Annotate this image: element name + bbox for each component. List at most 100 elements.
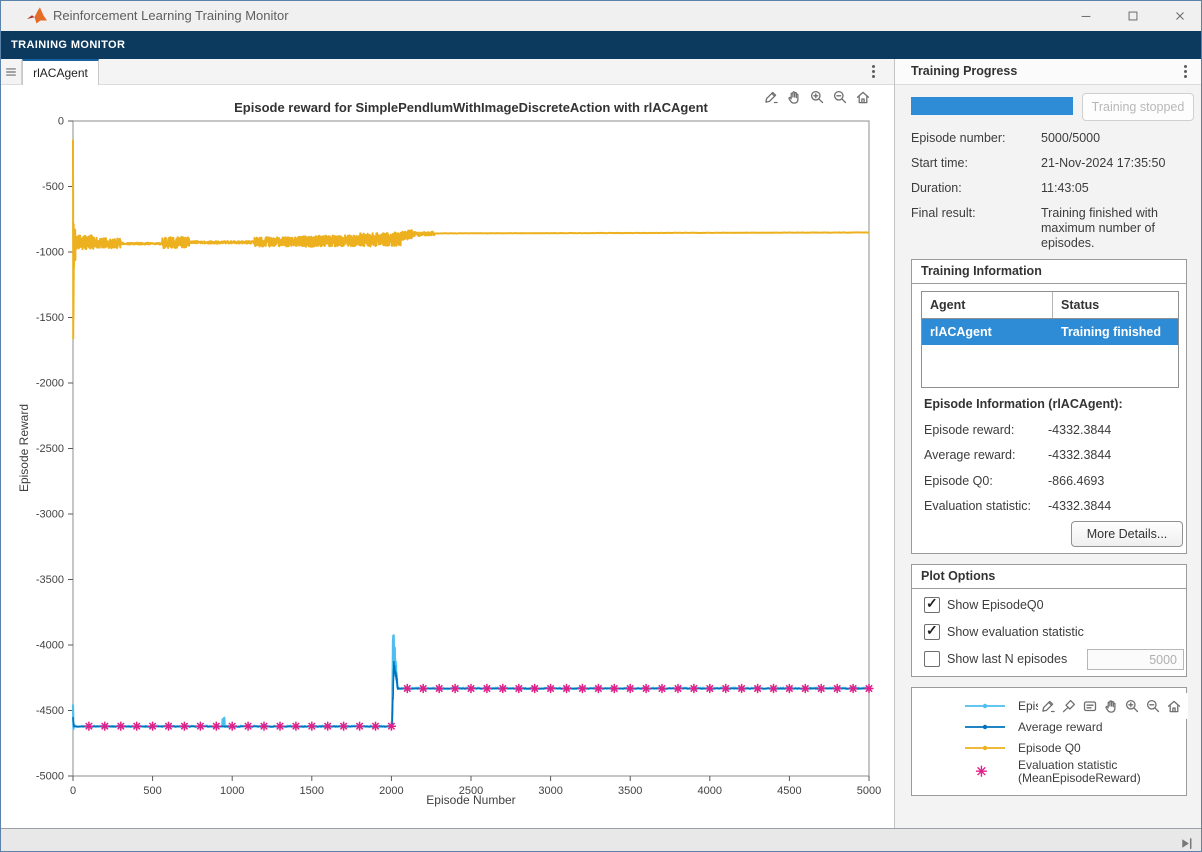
row-label: Duration: <box>911 181 962 195</box>
legend-sample <box>956 740 1012 756</box>
svg-text:3500: 3500 <box>618 785 642 797</box>
legend-label: Average reward <box>1018 721 1178 734</box>
home-icon[interactable] <box>853 87 873 107</box>
document-actions-menu[interactable] <box>872 65 875 78</box>
pan-icon[interactable] <box>1101 696 1121 716</box>
training-progress-panel: Training stopped Episode number: 5000/50… <box>895 85 1202 828</box>
svg-text:-3500: -3500 <box>36 574 64 586</box>
training-progress-header: Training Progress <box>895 59 1202 85</box>
title-bar: Reinforcement Learning Training Monitor <box>1 1 1202 31</box>
svg-text:2000: 2000 <box>379 785 403 797</box>
datatips-icon[interactable] <box>1080 696 1100 716</box>
home-icon[interactable] <box>1164 696 1184 716</box>
collapse-panel-icon[interactable] <box>1176 833 1196 852</box>
matlab-logo-icon <box>27 7 47 24</box>
svg-text:-5000: -5000 <box>36 771 64 783</box>
axes-toolbar <box>759 86 875 108</box>
row-value: -866.4693 <box>1048 474 1104 488</box>
legend-entry-episode-q0: Episode Q0 <box>956 738 1178 758</box>
row-label: Episode reward: <box>924 423 1014 437</box>
checkbox-icon[interactable] <box>924 624 940 640</box>
plot-document: 0500100015002000250030003500400045005000… <box>1 85 894 828</box>
section-title: Plot Options <box>912 565 1186 589</box>
column-header-status: Status <box>1053 292 1178 318</box>
row-value: 5000/5000 <box>1041 131 1193 146</box>
brush-icon[interactable] <box>1059 696 1079 716</box>
document-tab-bar <box>1 59 894 85</box>
row-value: -4332.3844 <box>1048 499 1111 513</box>
agent-status-table: Agent Status rlACAgent Training finished <box>921 291 1179 388</box>
svg-text:4000: 4000 <box>698 785 722 797</box>
row-label: Episode Q0: <box>924 474 993 488</box>
svg-text:5000: 5000 <box>857 785 881 797</box>
row-label: Final result: <box>911 206 976 220</box>
row-label: Evaluation statistic: <box>924 499 1031 513</box>
svg-text:-1000: -1000 <box>36 247 64 259</box>
episode-q0-row: Episode Q0: -866.4693 <box>924 474 1180 488</box>
svg-text:-3000: -3000 <box>36 509 64 521</box>
show-last-n-episodes-option[interactable]: Show last N episodes <box>924 651 1067 667</box>
table-header-row: Agent Status <box>922 292 1178 319</box>
maximize-button[interactable] <box>1110 1 1156 31</box>
zoom-in-icon[interactable] <box>807 87 827 107</box>
toolstrip-tab-training-monitor[interactable]: TRAINING MONITOR <box>11 31 125 59</box>
legend-sample <box>956 762 1012 782</box>
row-value: -4332.3844 <box>1048 423 1111 437</box>
document-list-button[interactable] <box>1 60 22 84</box>
show-episodeq0-option[interactable]: Show EpisodeQ0 <box>924 597 1044 613</box>
plot-options-section: Plot Options Show EpisodeQ0 Show evaluat… <box>911 564 1187 677</box>
table-row[interactable]: rlACAgent Training finished <box>922 319 1178 345</box>
checkbox-icon[interactable] <box>924 651 940 667</box>
svg-text:-500: -500 <box>42 181 64 193</box>
evaluation-statistic-row: Evaluation statistic: -4332.3844 <box>924 499 1180 513</box>
legend-entry-average-reward: Average reward <box>956 717 1178 737</box>
column-header-agent: Agent <box>922 292 1053 318</box>
cell-agent: rlACAgent <box>922 319 1053 345</box>
legend-axes-toolbar <box>1038 693 1188 719</box>
chart-title: Episode reward for SimplePendlumWithImag… <box>234 100 708 115</box>
minimize-button[interactable] <box>1063 1 1109 31</box>
legend-entry-evaluation-statistic: Evaluation statistic (MeanEpisodeReward) <box>956 758 1178 786</box>
panel-actions-menu[interactable] <box>1184 65 1187 78</box>
checkbox-icon[interactable] <box>924 597 940 613</box>
cell-status: Training finished <box>1053 319 1178 345</box>
episode-info-title: Episode Information (rlACAgent): <box>924 397 1180 411</box>
n-episodes-input[interactable] <box>1087 649 1184 670</box>
more-details-button[interactable]: More Details... <box>1071 521 1183 547</box>
row-value: 21-Nov-2024 17:35:50 <box>1041 156 1193 171</box>
row-value: Training finished with maximum number of… <box>1041 206 1193 251</box>
row-value: -4332.3844 <box>1048 448 1111 462</box>
episode-reward-row: Episode reward: -4332.3844 <box>924 423 1180 437</box>
progress-bar <box>911 97 1073 115</box>
svg-text:0: 0 <box>70 785 76 797</box>
export-icon[interactable] <box>761 87 781 107</box>
svg-text:-1500: -1500 <box>36 312 64 324</box>
checkbox-label: Show EpisodeQ0 <box>947 598 1044 612</box>
y-axis-label: Episode Reward <box>17 404 31 492</box>
zoom-in-icon[interactable] <box>1122 696 1142 716</box>
average-reward-row: Average reward: -4332.3844 <box>924 448 1180 462</box>
training-stopped-button[interactable]: Training stopped <box>1082 93 1194 121</box>
pan-icon[interactable] <box>784 87 804 107</box>
row-label: Start time: <box>911 156 968 170</box>
svg-text:500: 500 <box>143 785 161 797</box>
tab-rlacagent[interactable]: rlACAgent <box>22 59 99 85</box>
svg-text:-4000: -4000 <box>36 640 64 652</box>
svg-text:-4500: -4500 <box>36 705 64 717</box>
zoom-out-icon[interactable] <box>830 87 850 107</box>
table-empty-area <box>922 345 1178 387</box>
checkbox-label: Show evaluation statistic <box>947 625 1084 639</box>
svg-text:3000: 3000 <box>538 785 562 797</box>
hamburger-icon <box>4 65 18 79</box>
show-evaluation-statistic-option[interactable]: Show evaluation statistic <box>924 624 1084 640</box>
legend-label: Episode Q0 <box>1018 742 1178 755</box>
close-button[interactable] <box>1157 1 1202 31</box>
zoom-out-icon[interactable] <box>1143 696 1163 716</box>
legend-label: Evaluation statistic (MeanEpisodeReward) <box>1018 759 1178 785</box>
checkbox-label: Show last N episodes <box>947 652 1067 666</box>
export-icon[interactable] <box>1038 696 1058 716</box>
tab-label: rlACAgent <box>33 66 88 80</box>
x-axis-label: Episode Number <box>426 793 515 807</box>
plot-canvas[interactable]: 0500100015002000250030003500400045005000… <box>1 85 894 828</box>
status-strip <box>1 828 1202 852</box>
